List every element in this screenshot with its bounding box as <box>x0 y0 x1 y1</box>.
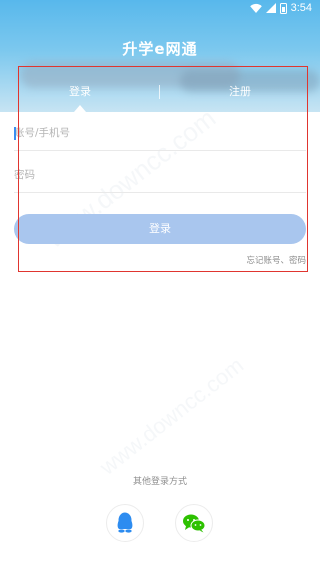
qq-icon <box>117 512 133 533</box>
wifi-icon <box>249 3 262 13</box>
account-field <box>14 115 306 151</box>
wechat-icon <box>183 514 206 533</box>
auth-tabs: 登录 注册 <box>0 80 320 104</box>
qq-login-button[interactable] <box>106 504 144 542</box>
password-field <box>14 157 306 193</box>
login-button[interactable]: 登录 <box>14 214 306 244</box>
forgot-password-link[interactable]: 忘记账号、密码 <box>246 254 306 266</box>
status-time: 3:54 <box>290 2 312 14</box>
text-caret <box>14 127 16 140</box>
status-bar: 3:54 <box>0 0 320 18</box>
password-input[interactable] <box>14 157 306 192</box>
watermark: www.downcc.com <box>95 352 249 480</box>
other-login-label: 其他登录方式 <box>132 477 187 487</box>
app-title: 升学e网通 <box>122 40 198 58</box>
signal-icon <box>265 3 276 13</box>
tab-register[interactable]: 注册 <box>200 80 280 104</box>
battery-icon <box>279 2 287 14</box>
active-tab-indicator <box>74 105 86 112</box>
wechat-login-button[interactable] <box>175 504 213 542</box>
tab-login[interactable]: 登录 <box>40 80 120 104</box>
tab-divider <box>159 85 160 99</box>
account-input[interactable] <box>14 115 306 150</box>
